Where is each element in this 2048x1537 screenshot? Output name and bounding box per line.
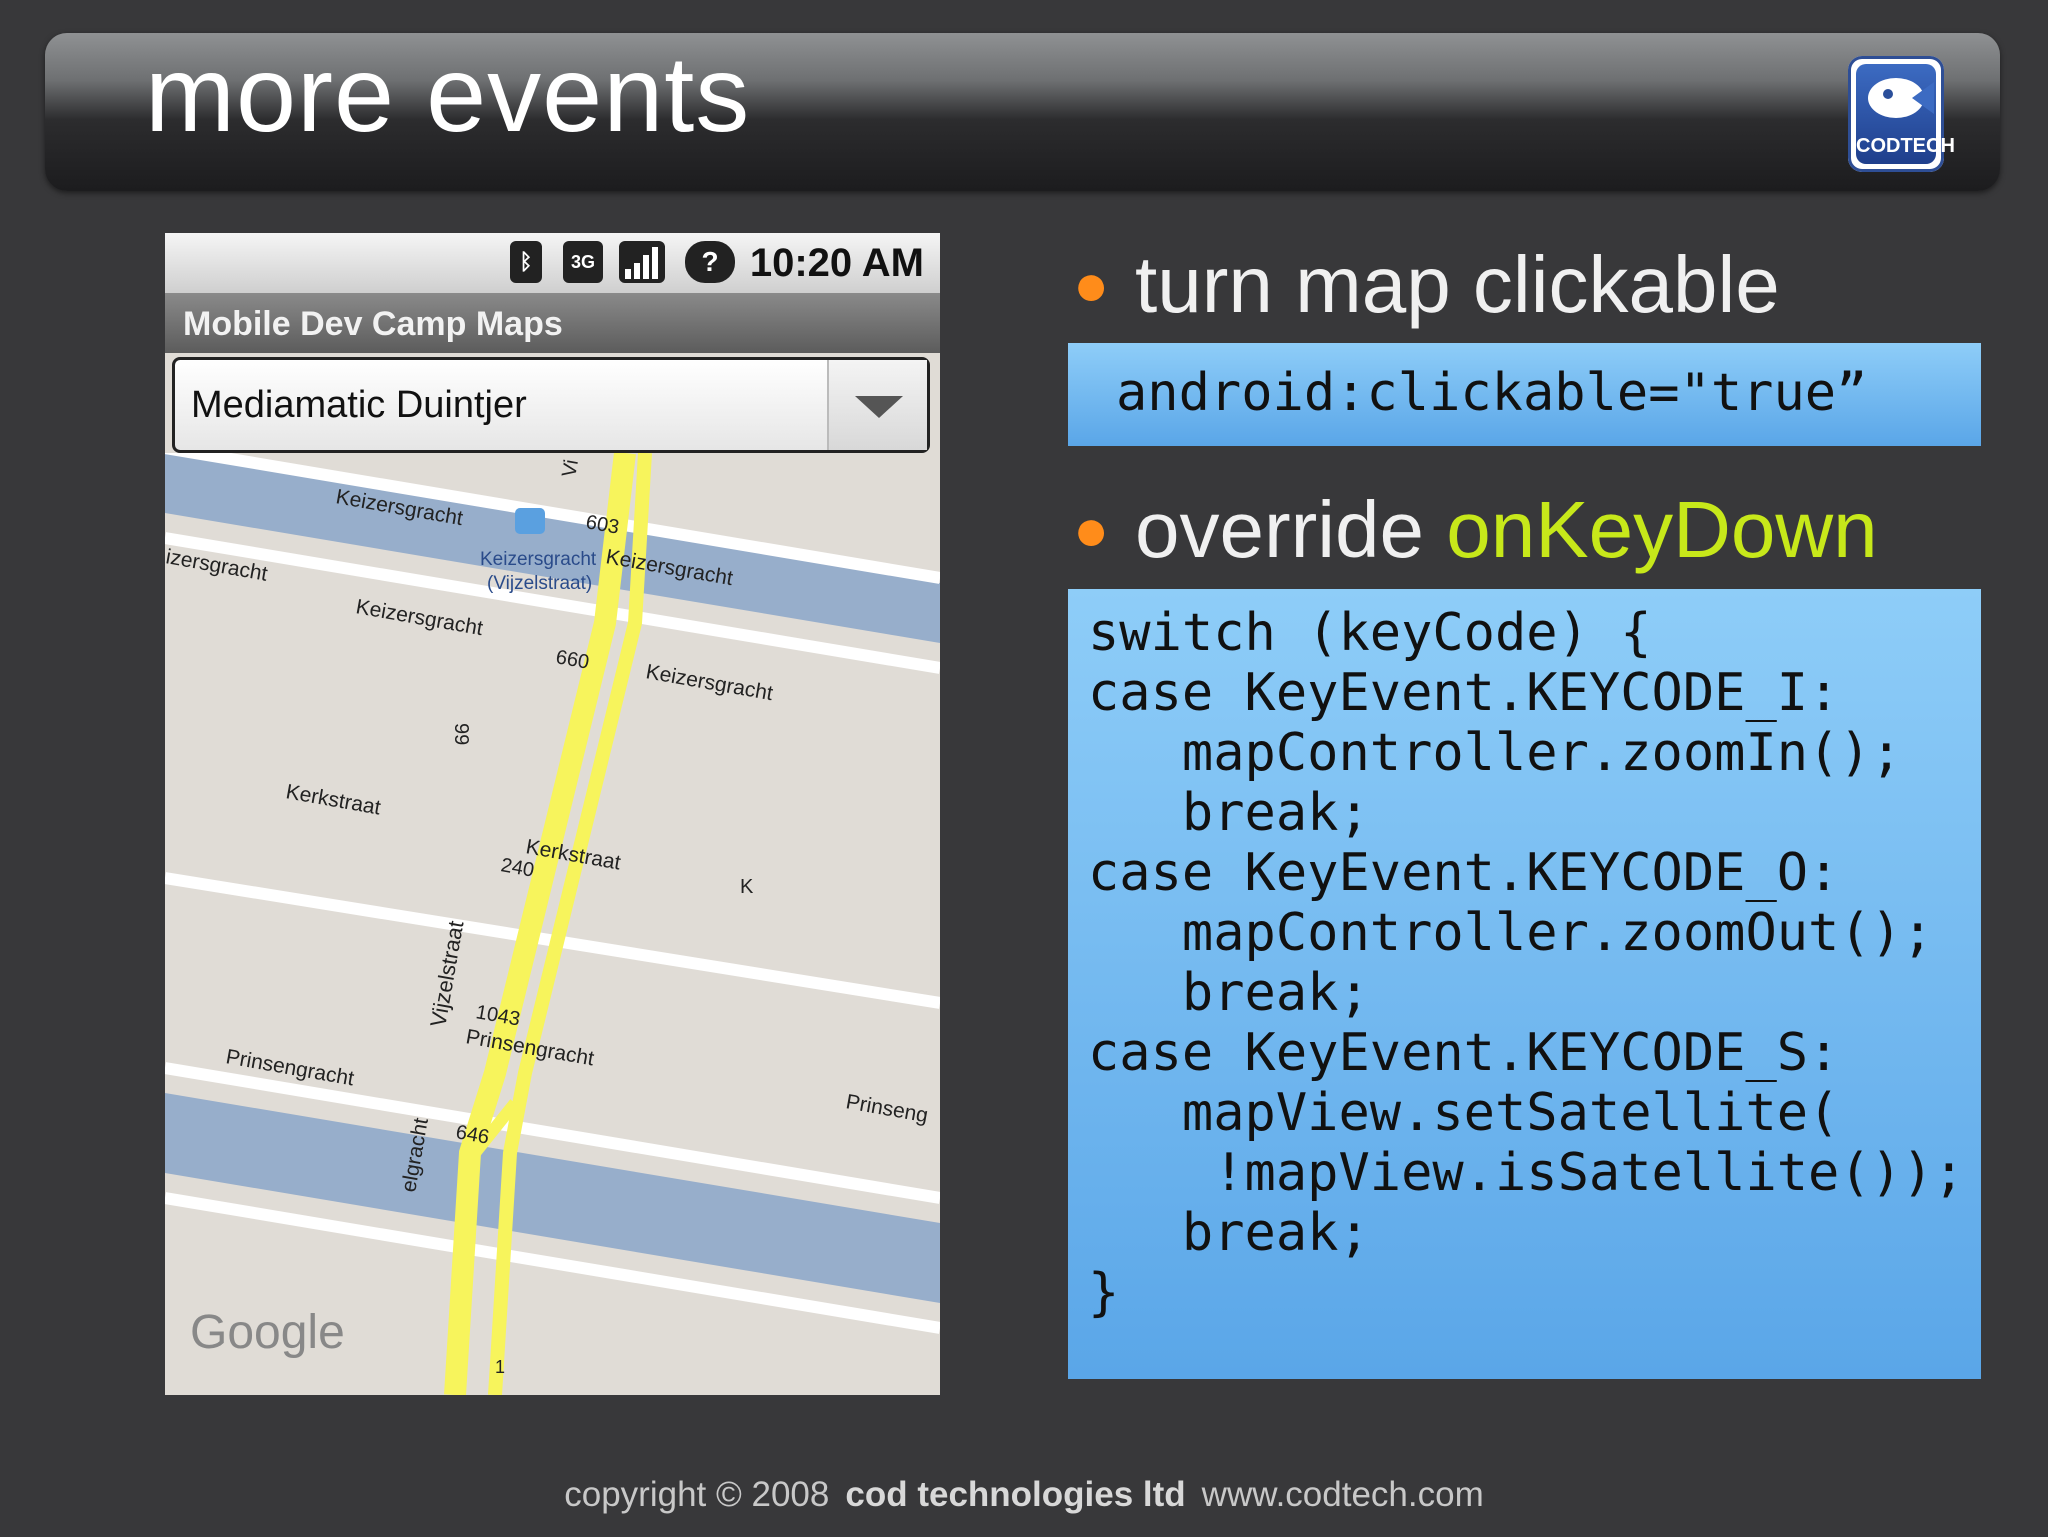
map-label: Keizersgracht [480,549,597,570]
app-title: Mobile Dev Camp Maps [183,305,563,343]
map-label: 99 [450,723,472,745]
code-block-clickable: android:clickable="true” [1068,343,1981,446]
bullet-text: turn map clickable [1135,240,1780,329]
logo-text: CODTECH [1856,135,1955,157]
code-line: switch (keyCode) { [1088,603,1652,663]
code-line: break; [1088,963,1370,1023]
code-line: case KeyEvent.KEYCODE_I: [1088,663,1840,723]
bullet-override-onkeydown: ● override onKeyDown [1073,490,1878,570]
code-line: mapController.zoomOut(); [1088,903,1934,963]
map-label: K [740,876,754,898]
code-line: mapView.setSatellite( [1088,1083,1840,1143]
fish-icon [1868,78,1934,118]
code-line: case KeyEvent.KEYCODE_O: [1088,843,1840,903]
code-block-onkeydown: switch (keyCode) { case KeyEvent.KEYCODE… [1068,589,1981,1379]
help-icon: ? [685,241,735,283]
code-line: android:clickable="true” [1116,363,1868,423]
footer: copyright © 2008 cod technologies ltd www.… [0,1475,2048,1515]
status-time: 10:20 AM [749,241,924,285]
bullet-dot-icon: ● [1073,496,1110,563]
status-bar: ᛒ 3G ? 10:20 AM [165,233,940,293]
signal-icon [619,241,665,283]
phone-screenshot: ᛒ 3G ? 10:20 AM Mobile Dev Camp Maps Kei… [165,233,940,1395]
code-line: mapController.zoomIn(); [1088,723,1902,783]
slide-title: more events [145,33,751,154]
chevron-down-icon[interactable] [827,360,927,450]
footer-company: cod technologies ltd [845,1475,1186,1514]
map-label: (Vijzelstraat) [487,573,592,594]
tram-stop-icon[interactable] [515,508,545,534]
3g-icon: 3G [563,241,603,283]
bullet-text: override [1135,485,1447,574]
map-label: 1 [495,1357,505,1377]
code-line: break; [1088,1203,1370,1263]
code-line: !mapView.isSatellite()); [1088,1143,1965,1203]
bluetooth-icon: ᛒ [510,241,542,283]
footer-copyright: copyright © 2008 [564,1475,830,1514]
spinner-value: Mediamatic Duintjer [191,384,527,426]
location-spinner[interactable]: Mediamatic Duintjer [172,357,930,453]
footer-url: www.codtech.com [1201,1475,1484,1514]
codtech-logo: CODTECH [1848,56,1955,172]
google-logo: Google [190,1306,345,1359]
bullet-highlight: onKeyDown [1446,485,1878,574]
app-title-bar: Mobile Dev Camp Maps [165,293,940,353]
code-line: break; [1088,783,1370,843]
bullet-dot-icon: ● [1073,251,1110,318]
bullet-turn-map-clickable: ● turn map clickable [1073,245,1780,325]
logo-badge: CODTECH [1856,64,1955,164]
code-line: case KeyEvent.KEYCODE_S: [1088,1023,1840,1083]
code-line: } [1088,1263,1120,1323]
map-view[interactable]: Keizersgracht Keizersgracht Keizersgrach… [165,453,940,1395]
